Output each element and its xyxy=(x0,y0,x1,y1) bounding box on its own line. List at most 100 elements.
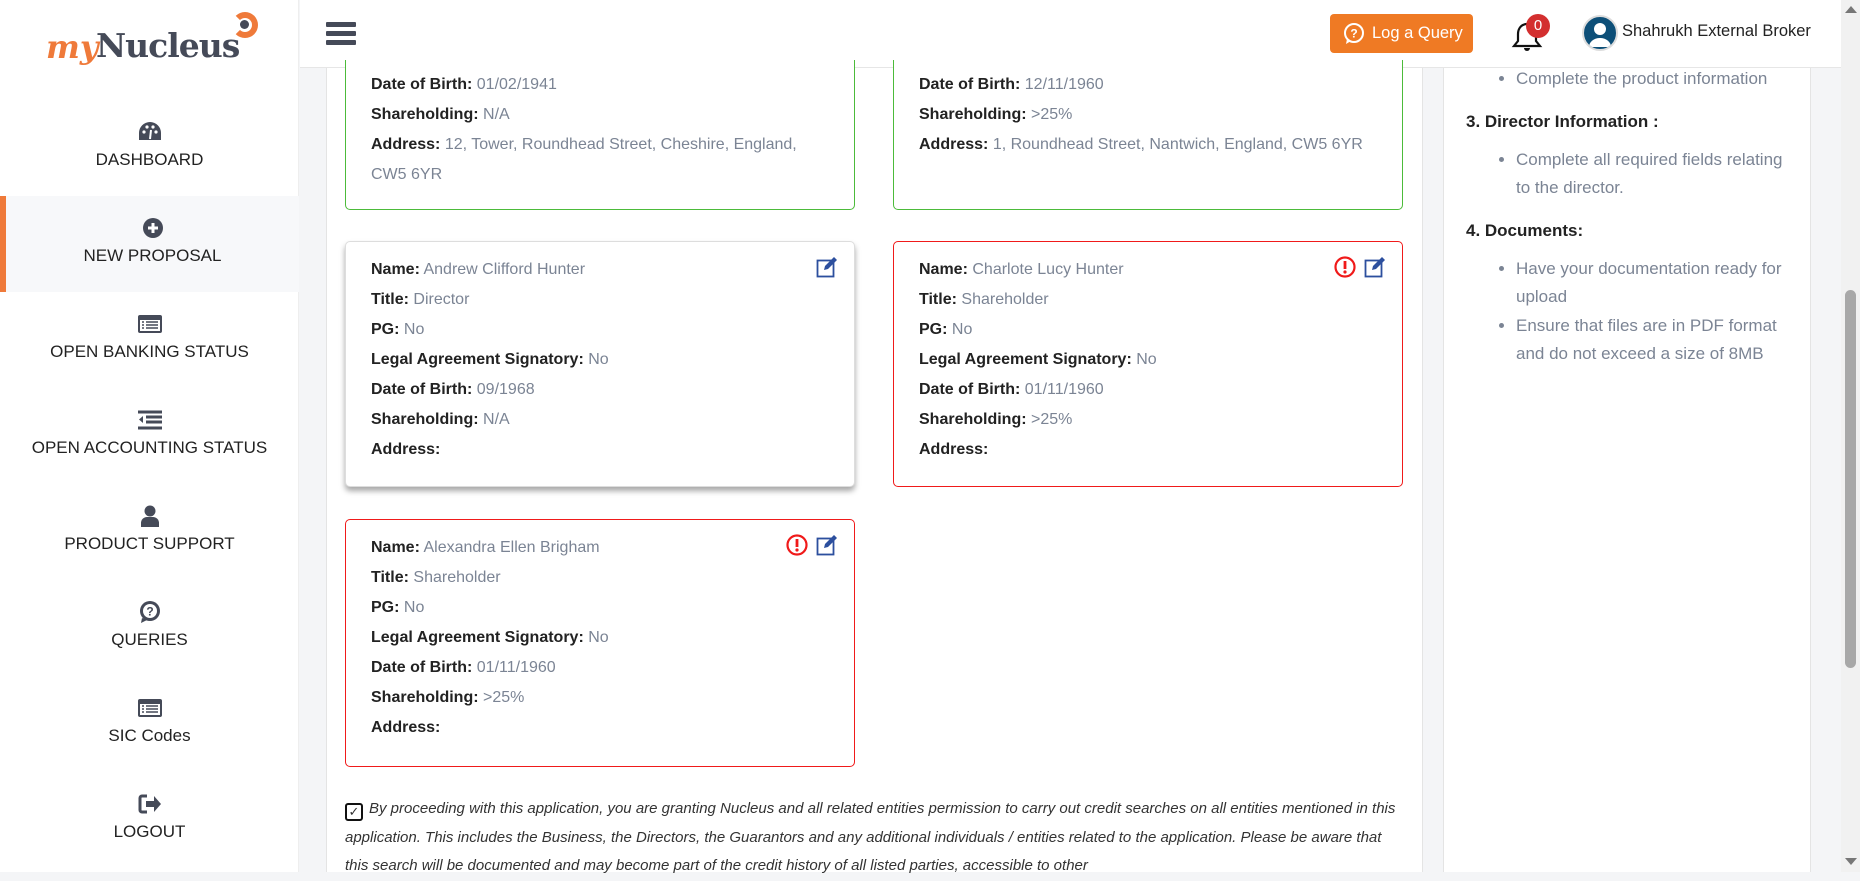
mynucleus-logo[interactable]: my Nucleus xyxy=(46,12,266,72)
logo-text-my: my xyxy=(46,28,99,66)
name-value: Andrew Clifford Hunter xyxy=(423,261,586,278)
person-card[interactable]: Name: Charlote Lucy Hunter Title: Shareho… xyxy=(893,241,1403,487)
sidebar-item-sic-codes[interactable]: SIC Codes xyxy=(0,676,299,772)
sidebar-item-open-banking-status[interactable]: OPEN BANKING STATUS xyxy=(0,292,299,388)
sidebar-item-new-proposal[interactable]: NEW PROPOSAL xyxy=(0,196,299,292)
guide-section-title: 3. Director Information : xyxy=(1466,111,1659,131)
sidebar-item-label: NEW PROPOSAL xyxy=(83,246,222,265)
pg-value: No xyxy=(403,599,425,616)
logout-icon xyxy=(138,794,161,814)
avatar[interactable] xyxy=(1582,15,1618,51)
field-label: Legal Agreement Signatory: xyxy=(371,629,584,646)
svg-text:?: ? xyxy=(1350,26,1357,40)
field-label: Shareholding: xyxy=(371,106,479,123)
sidebar-item-dashboard[interactable]: DASHBOARD xyxy=(0,100,299,196)
edit-icon[interactable] xyxy=(816,256,838,278)
user-icon xyxy=(140,505,159,527)
field-label: Address: xyxy=(919,136,989,153)
field-label: Legal Agreement Signatory: xyxy=(919,351,1132,368)
field-label: PG: xyxy=(919,321,948,338)
shareholding-value: >25% xyxy=(1031,106,1073,123)
guide-bullet: Ensure that files are in PDF format and … xyxy=(1516,312,1788,369)
logo-text-nucleus: Nucleus xyxy=(96,26,240,65)
person-card[interactable]: Name: Andrew Clifford Hunter Title: Direc… xyxy=(345,241,855,487)
field-label: PG: xyxy=(371,321,400,338)
dob-value: 01/11/1960 xyxy=(1024,381,1104,398)
legal-signatory-value: No xyxy=(1136,351,1157,368)
scrollbar-thumb[interactable] xyxy=(1845,290,1856,668)
legal-signatory-value: No xyxy=(588,629,609,646)
error-icon xyxy=(786,534,808,556)
shareholding-value: >25% xyxy=(483,689,525,706)
guide-bullet: Complete the product information xyxy=(1516,65,1788,94)
scroll-up-arrow-icon[interactable] xyxy=(1845,6,1857,13)
question-bubble-icon: ? xyxy=(139,601,160,623)
svg-text:?: ? xyxy=(146,605,153,619)
field-label: Address: xyxy=(371,136,441,153)
name-value: Alexandra Ellen Brigham xyxy=(423,539,600,556)
log-query-button[interactable]: ? Log a Query xyxy=(1330,14,1473,53)
dob-value: 09/1968 xyxy=(476,381,535,398)
dashboard-icon xyxy=(138,122,161,140)
sidebar-item-label: OPEN ACCOUNTING STATUS xyxy=(31,438,268,457)
top-bar: ? Log a Query 0 Shahrukh External Broker xyxy=(300,0,1841,68)
sidebar-item-label: QUERIES xyxy=(111,630,188,649)
sidebar-item-label: SIC Codes xyxy=(108,726,191,745)
field-label: Shareholding: xyxy=(371,411,479,428)
guide-section-title: 4. Documents: xyxy=(1466,220,1584,240)
sidebar-item-label: PRODUCT SUPPORT xyxy=(64,534,235,553)
guide-bullet: Have your documentation ready for upload xyxy=(1516,255,1788,312)
field-label: Title: xyxy=(371,291,409,308)
sidebar-item-open-accounting-status[interactable]: OPEN ACCOUNTING STATUS xyxy=(0,388,299,484)
log-query-label: Log a Query xyxy=(1372,24,1463,42)
list-card-icon xyxy=(137,699,162,717)
list-card-icon xyxy=(137,315,162,333)
sidebar-item-label: DASHBOARD xyxy=(95,150,204,169)
consent-checkbox[interactable]: ✓ xyxy=(345,803,363,821)
legal-signatory-value: No xyxy=(588,351,609,368)
title-value: Director xyxy=(413,291,470,308)
hamburger-menu-icon[interactable] xyxy=(326,22,356,46)
user-avatar-icon xyxy=(1589,23,1611,47)
consent-text: By proceeding with this application, you… xyxy=(345,800,1396,874)
sidebar-item-product-support[interactable]: PRODUCT SUPPORT xyxy=(0,484,299,580)
sidebar-item-queries[interactable]: ? QUERIES xyxy=(0,580,299,676)
name-value: Charlote Lucy Hunter xyxy=(972,261,1124,278)
field-label: Name: xyxy=(371,539,420,556)
question-bubble-icon: ? xyxy=(1344,22,1364,44)
dob-value: 12/11/1960 xyxy=(1024,76,1104,93)
field-label: Name: xyxy=(919,261,968,278)
shareholding-value: N/A xyxy=(483,411,510,428)
sidebar: my Nucleus DASHBOARD NEW PROPOSAL OPEN B… xyxy=(0,0,299,872)
field-label: Shareholding: xyxy=(371,689,479,706)
person-card[interactable]: Name: Alexandra Ellen Brigham Title: Shar… xyxy=(345,519,855,767)
indent-list-icon xyxy=(137,410,162,430)
field-label: Shareholding: xyxy=(919,106,1027,123)
person-card: Date of Birth: 12/11/1960 Shareholding: … xyxy=(893,60,1403,210)
field-label: Title: xyxy=(371,569,409,586)
field-label: Shareholding: xyxy=(919,411,1027,428)
edit-icon[interactable] xyxy=(816,534,838,556)
notification-badge: 0 xyxy=(1526,14,1550,38)
shareholding-value: >25% xyxy=(1031,411,1073,428)
page-scrollbar[interactable] xyxy=(1841,0,1860,872)
logo-mark-icon xyxy=(232,12,258,38)
person-card: Date of Birth: 01/02/1941 Shareholding: … xyxy=(345,60,855,210)
credit-search-consent: ✓ By proceeding with this application, yo… xyxy=(345,795,1405,881)
user-name[interactable]: Shahrukh External Broker xyxy=(1622,22,1811,41)
field-label: Title: xyxy=(919,291,957,308)
sidebar-item-label: OPEN BANKING STATUS xyxy=(50,342,249,361)
field-label: Legal Agreement Signatory: xyxy=(371,351,584,368)
pg-value: No xyxy=(951,321,973,338)
shareholding-value: N/A xyxy=(483,106,510,123)
field-label: Date of Birth: xyxy=(919,381,1021,398)
edit-icon[interactable] xyxy=(1364,256,1386,278)
field-label: Address: xyxy=(919,441,989,458)
field-label: Date of Birth: xyxy=(371,381,473,398)
title-value: Shareholder xyxy=(961,291,1049,308)
field-label: Address: xyxy=(371,719,441,736)
error-icon xyxy=(1334,256,1356,278)
sidebar-item-logout[interactable]: LOGOUT xyxy=(0,772,299,868)
scroll-down-arrow-icon[interactable] xyxy=(1845,858,1857,865)
field-label: Address: xyxy=(371,441,441,458)
